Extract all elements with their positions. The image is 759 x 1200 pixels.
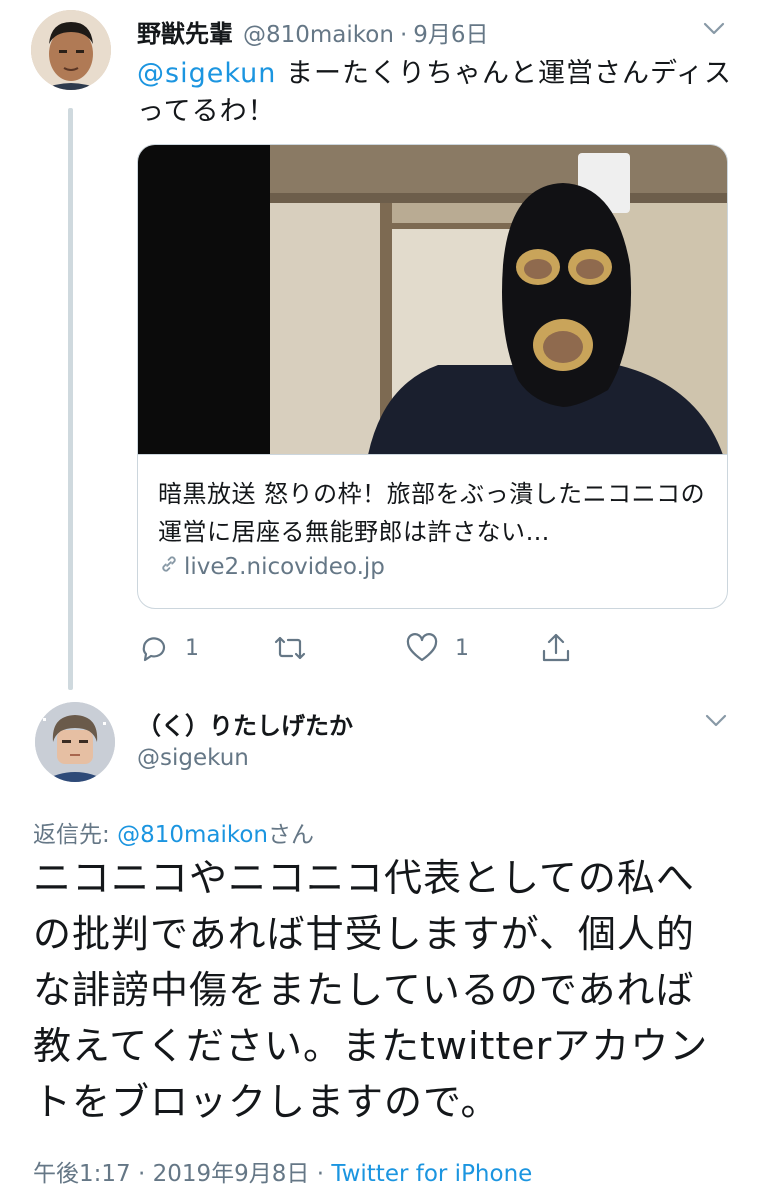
- separator: ·: [399, 22, 408, 48]
- avatar[interactable]: [35, 702, 115, 782]
- retweet-button[interactable]: [272, 628, 324, 668]
- tweet-actions: 1 1: [137, 628, 597, 668]
- card-domain-text: live2.nicovideo.jp: [184, 554, 385, 580]
- reply-button[interactable]: 1: [137, 628, 199, 668]
- reply-prefix: 返信先:: [33, 822, 118, 848]
- reply-icon: [137, 632, 169, 664]
- reply-mention[interactable]: @810maikon: [117, 822, 268, 848]
- link-card[interactable]: 暗黒放送 怒りの枠！旅部をぶっ潰したニコニコの運営に居座る無能野郎は許さない… …: [137, 144, 728, 609]
- tweet-meta: 午後1:17 · 2019年9月8日 · Twitter for iPhone: [33, 1154, 532, 1188]
- tweet-source[interactable]: Twitter for iPhone: [331, 1161, 532, 1187]
- card-thumbnail: [138, 145, 727, 455]
- display-name[interactable]: （く）りたしげたか: [137, 706, 353, 741]
- tweet-text: @sigekun まーたくりちゃんと運営さんディスってるわ！: [137, 55, 737, 131]
- chevron-down-icon[interactable]: [704, 708, 728, 732]
- like-count: 1: [455, 635, 469, 661]
- card-domain[interactable]: live2.nicovideo.jp: [158, 553, 385, 581]
- retweet-icon: [272, 632, 308, 664]
- like-button[interactable]: 1: [405, 628, 469, 668]
- like-icon: [405, 632, 439, 664]
- share-button[interactable]: [539, 628, 573, 668]
- tweet-text: ニコニコやニコニコ代表としての私への批判であれば甘受しますが、個人的な誹謗中傷を…: [33, 856, 709, 1124]
- mention-link[interactable]: @sigekun: [137, 58, 276, 89]
- tweet-header: 野獣先輩 @810maikon · 9月6日: [137, 14, 489, 48]
- chevron-down-icon[interactable]: [702, 16, 726, 40]
- tweet-time[interactable]: 午後1:17: [33, 1161, 131, 1187]
- display-name[interactable]: 野獣先輩: [137, 14, 233, 49]
- card-title[interactable]: 暗黒放送 怒りの枠！旅部をぶっ潰したニコニコの運営に居座る無能野郎は許さない…: [158, 475, 718, 551]
- tweet-date[interactable]: 2019年9月8日: [153, 1161, 310, 1187]
- thread-connector-line: [68, 108, 73, 690]
- reply-count: 1: [185, 635, 199, 661]
- user-handle[interactable]: @810maikon: [243, 22, 394, 48]
- tweet-date[interactable]: 9月6日: [413, 15, 488, 49]
- separator: ·: [309, 1161, 332, 1187]
- share-icon: [539, 631, 573, 665]
- user-handle[interactable]: @sigekun: [137, 745, 249, 771]
- avatar[interactable]: [31, 10, 111, 90]
- link-icon: [158, 553, 184, 581]
- reply-suffix: さん: [268, 822, 314, 848]
- separator: ·: [130, 1161, 153, 1187]
- replying-to: 返信先: @810maikonさん: [33, 815, 314, 849]
